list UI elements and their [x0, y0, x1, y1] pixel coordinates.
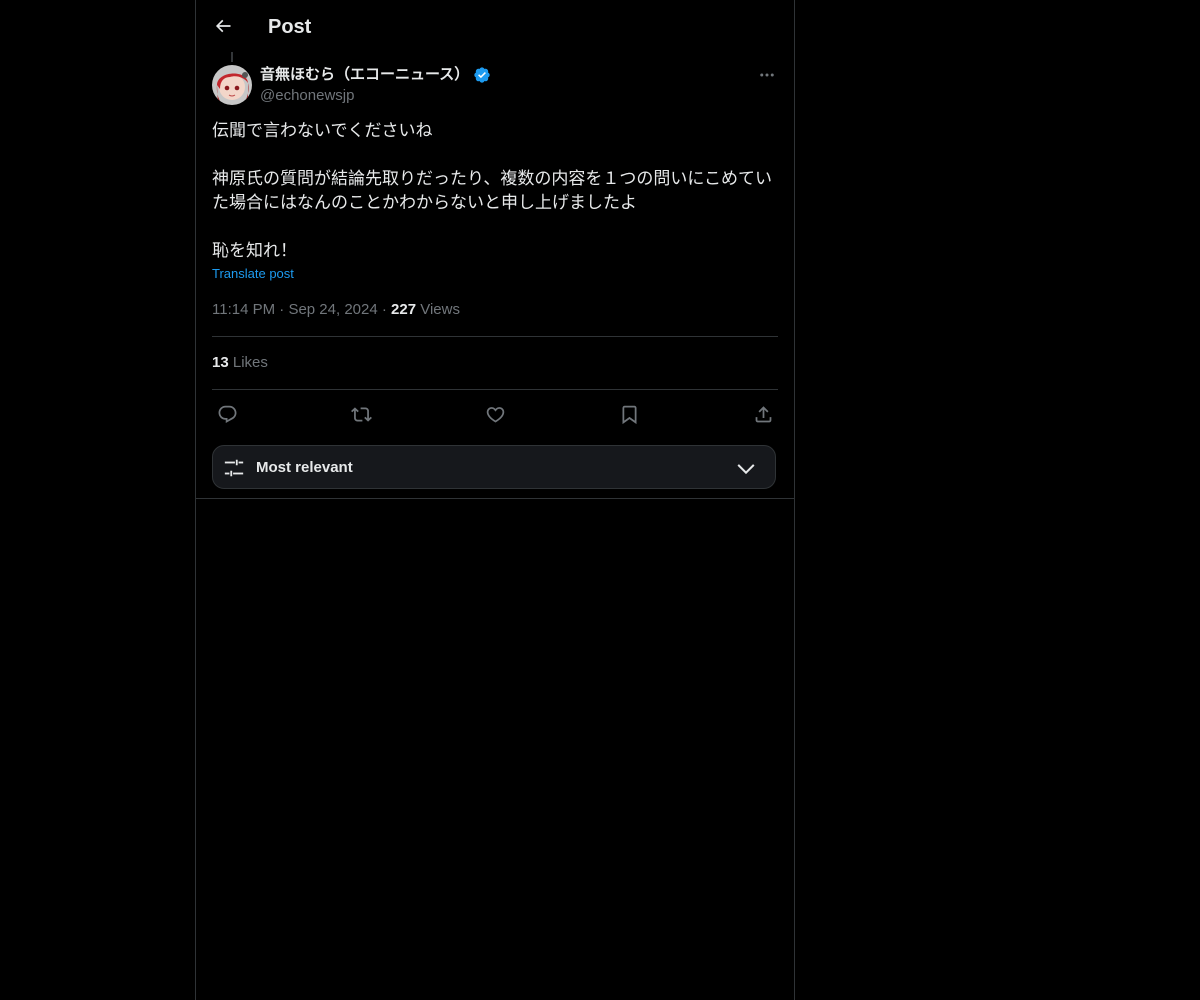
sliders-icon — [224, 459, 244, 477]
views-count: 227 — [391, 301, 417, 318]
author-handle[interactable]: @echonewsjp — [260, 86, 354, 106]
post-paragraph: 神原氏の質問が結論先取りだったり、複数の内容を１つの問いにこめていた場合にはなん… — [212, 169, 772, 212]
likes-count: 13 — [212, 354, 229, 371]
like-button[interactable] — [480, 399, 510, 429]
more-horizontal-icon — [760, 73, 774, 77]
avatar-image — [212, 65, 252, 105]
divider — [212, 336, 778, 337]
post-text: 伝聞で言わないでくださいね 神原氏の質問が結論先取りだったり、複数の内容を１つの… — [212, 119, 778, 263]
bookmark-button[interactable] — [614, 399, 644, 429]
views-label: Views — [420, 301, 460, 318]
likes-link[interactable]: 13 Likes — [212, 353, 268, 373]
post-date[interactable]: Sep 24, 2024 — [288, 301, 377, 318]
like-icon — [486, 406, 504, 423]
divider — [212, 389, 778, 390]
verified-badge-icon — [473, 66, 491, 84]
sort-label: Most relevant — [256, 459, 353, 476]
primary-column: Post 音無ほむら（エコーニュース） @echonewsjp 伝聞で言わないで… — [195, 0, 795, 1000]
back-button[interactable] — [206, 9, 240, 43]
reply-icon — [218, 405, 236, 423]
arrow-left-icon — [215, 19, 231, 33]
likes-label: Likes — [232, 354, 268, 371]
reply-button[interactable] — [212, 399, 242, 429]
reply-sort-dropdown[interactable]: Most relevant — [212, 445, 776, 489]
translate-post-link[interactable]: Translate post — [212, 266, 294, 281]
post-metadata: 11:14 PM · Sep 24, 2024 · 227 Views — [212, 300, 460, 320]
meta-separator: · — [381, 301, 392, 318]
post-paragraph: 伝聞で言わないでくださいね — [212, 121, 433, 140]
share-icon — [755, 405, 771, 422]
author-display-name: 音無ほむら（エコーニュース） — [260, 66, 470, 83]
page-header: Post — [196, 0, 794, 54]
bookmark-icon — [622, 405, 636, 424]
post-paragraph-spacer — [212, 215, 778, 239]
author-name[interactable]: 音無ほむら（エコーニュース） — [260, 65, 491, 85]
section-divider — [196, 498, 794, 499]
action-bar — [212, 399, 778, 429]
chevron-down-icon — [737, 464, 755, 475]
thread-connector-line — [231, 52, 233, 62]
more-options-button[interactable] — [750, 62, 784, 88]
repost-icon — [350, 406, 372, 422]
page-title: Post — [268, 16, 312, 38]
post-paragraph-spacer — [212, 143, 778, 167]
post-paragraph: 恥を知れ！ — [212, 241, 297, 260]
repost-button[interactable] — [346, 399, 376, 429]
post-time[interactable]: 11:14 PM — [212, 301, 275, 318]
avatar[interactable] — [212, 65, 252, 105]
share-button[interactable] — [748, 399, 778, 429]
